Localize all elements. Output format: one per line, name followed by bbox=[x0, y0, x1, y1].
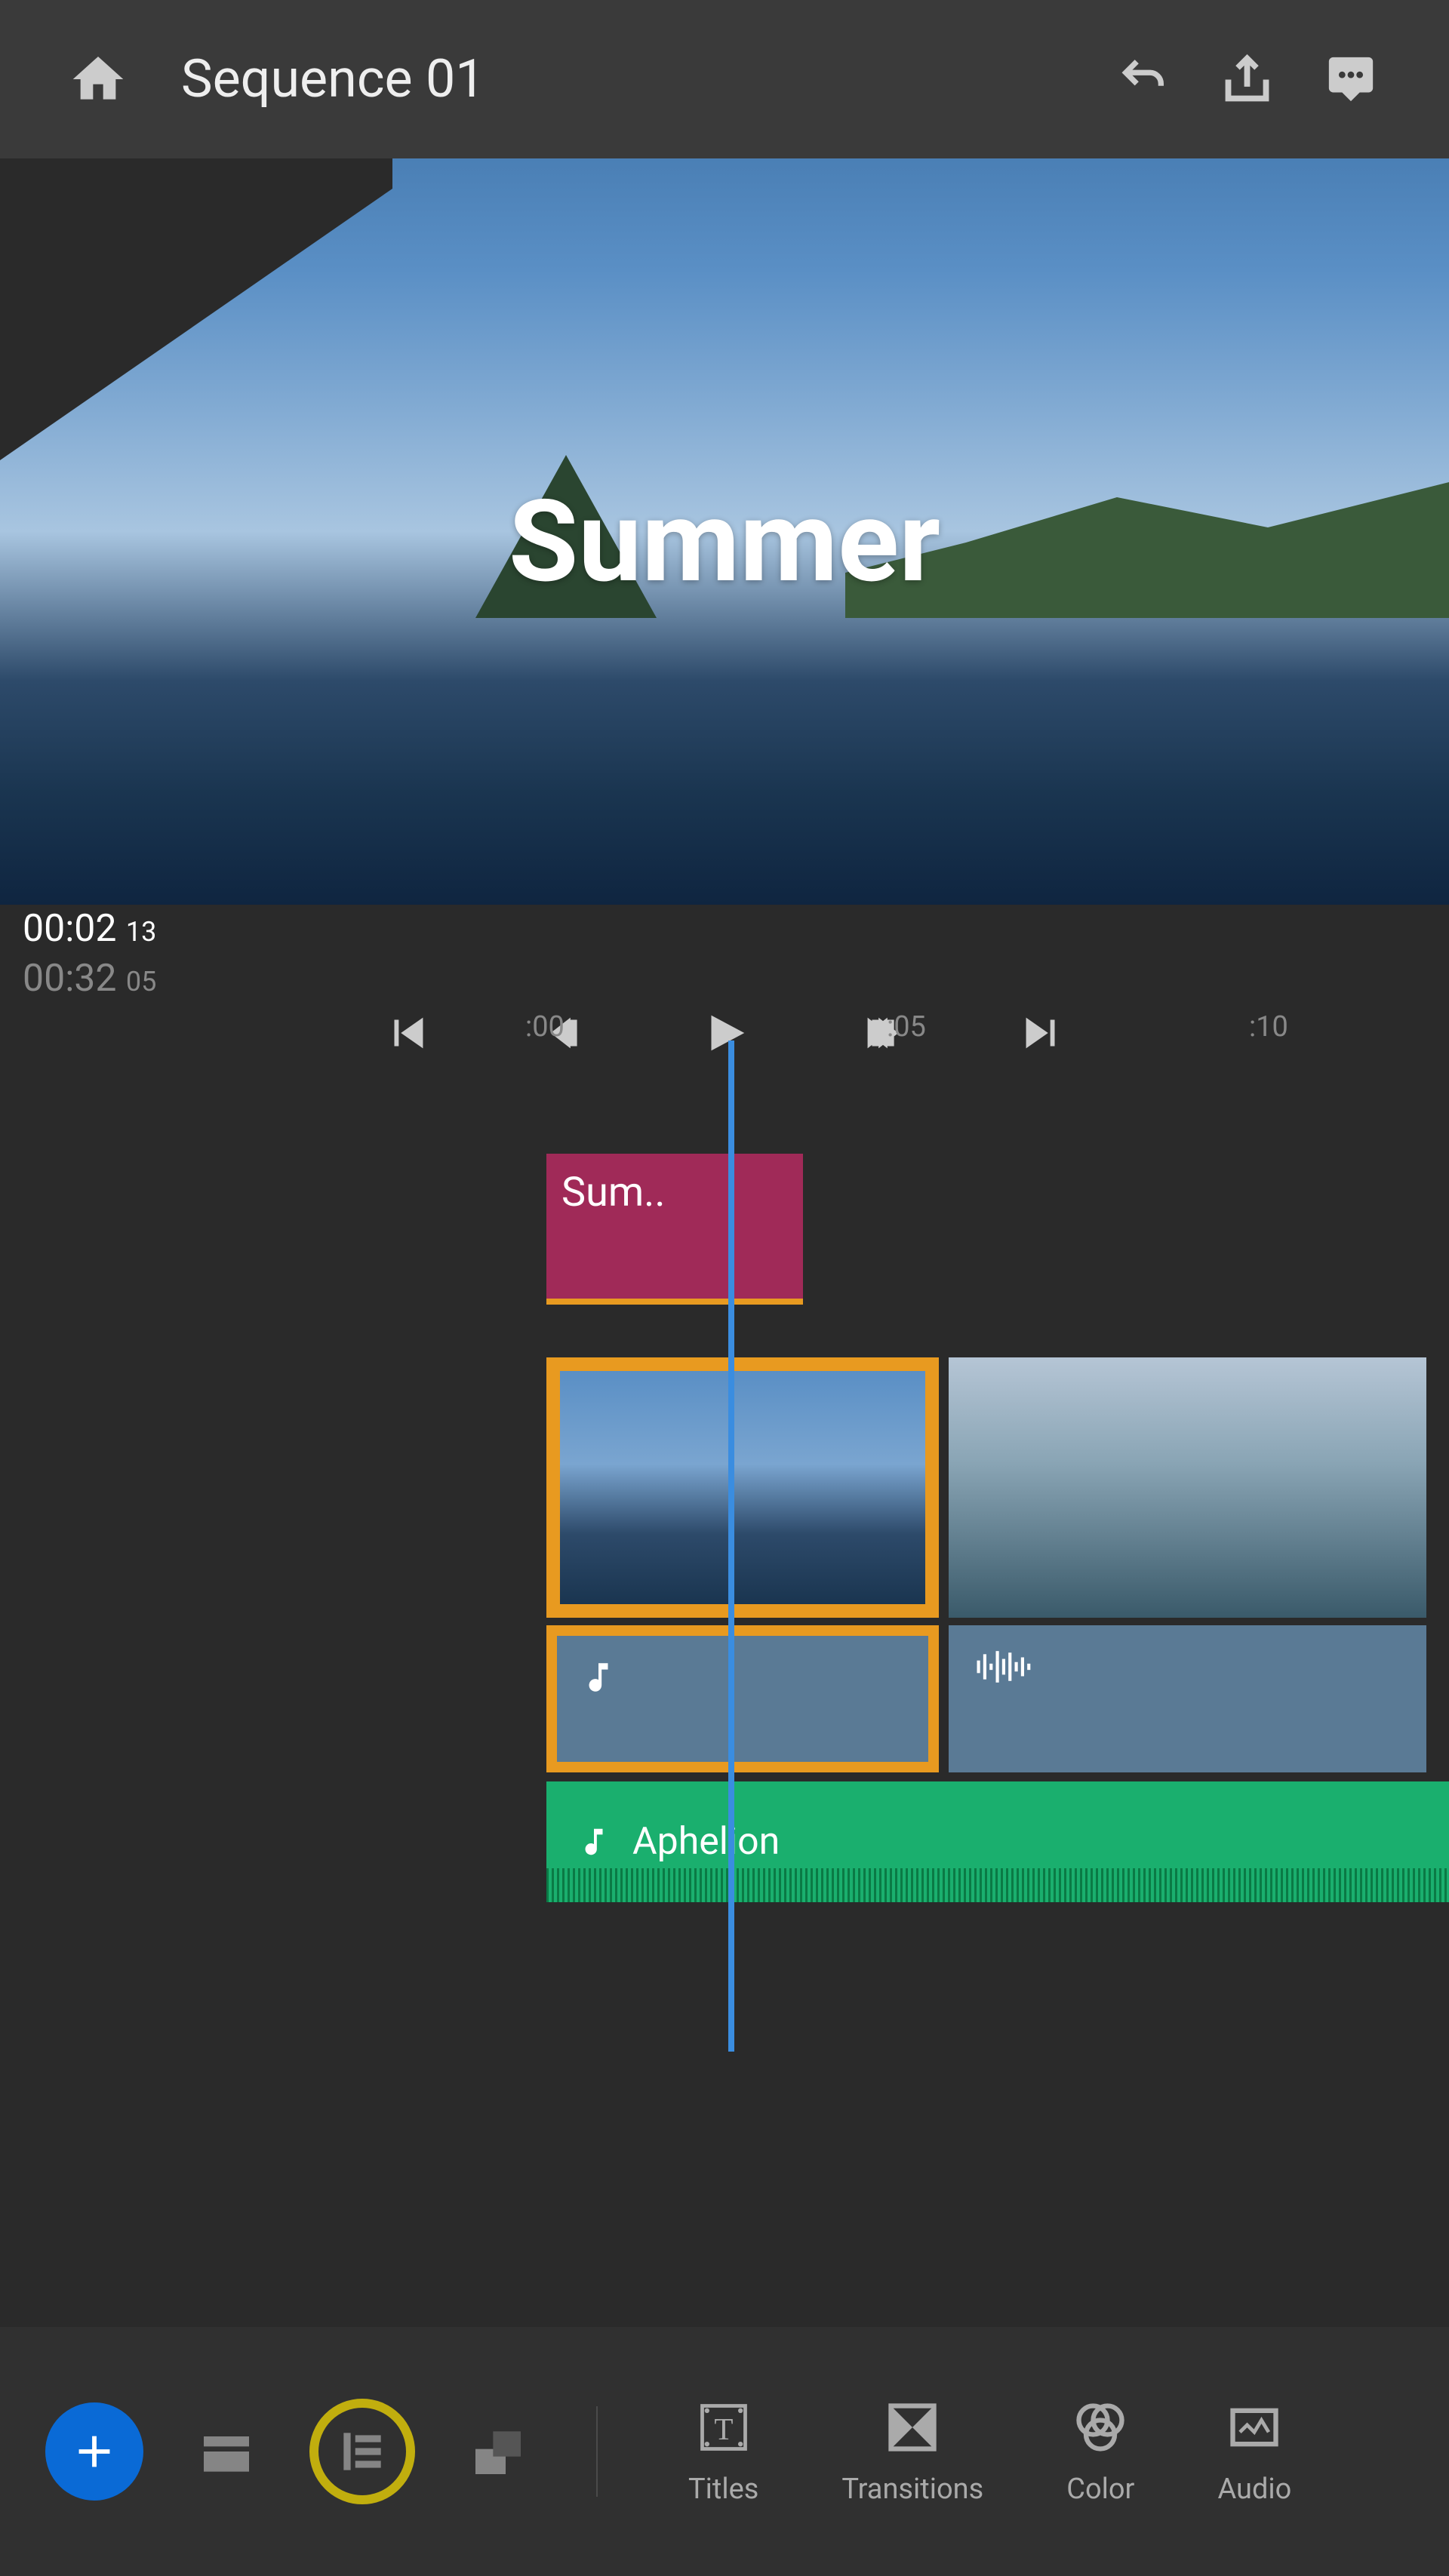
layers-panel-button[interactable] bbox=[460, 2414, 536, 2489]
video-clip[interactable] bbox=[949, 1357, 1426, 1618]
tab-label: Color bbox=[1066, 2473, 1134, 2506]
playhead[interactable] bbox=[728, 1041, 734, 2052]
preview-title-overlay: Summer bbox=[509, 475, 940, 608]
tab-titles[interactable]: T Titles bbox=[688, 2397, 758, 2506]
current-frames: 13 bbox=[126, 916, 156, 948]
audio-clip[interactable] bbox=[949, 1625, 1426, 1772]
tab-color[interactable]: Color bbox=[1066, 2397, 1134, 2506]
undo-icon[interactable] bbox=[1113, 53, 1174, 106]
transitions-icon bbox=[882, 2397, 943, 2458]
comment-icon[interactable] bbox=[1321, 53, 1381, 106]
video-preview[interactable]: Summer bbox=[0, 158, 1449, 905]
color-icon bbox=[1070, 2397, 1131, 2458]
video-clip-selected[interactable] bbox=[546, 1357, 939, 1618]
audio-icon bbox=[1224, 2397, 1284, 2458]
svg-text:T: T bbox=[714, 2412, 733, 2446]
audio-clip-selected[interactable] bbox=[546, 1625, 939, 1772]
duration-time: 00:32 bbox=[23, 957, 117, 1001]
tab-label: Transitions bbox=[841, 2473, 983, 2506]
waveform-icon bbox=[971, 1648, 1039, 1686]
tab-label: Titles bbox=[688, 2473, 758, 2506]
linked-audio-track bbox=[546, 1625, 1426, 1772]
title-clip[interactable]: Sum.. bbox=[546, 1154, 803, 1305]
titles-icon: T bbox=[694, 2397, 754, 2458]
timecode-display: 00:02 13 00:32 05 bbox=[23, 907, 156, 1001]
time-ruler[interactable]: :00 :05 :10 bbox=[0, 1003, 1449, 1056]
edit-panel-button[interactable] bbox=[309, 2399, 415, 2504]
current-time: 00:02 bbox=[23, 907, 117, 951]
ruler-mark: :00 bbox=[525, 1010, 565, 1044]
ruler-mark: :10 bbox=[1249, 1010, 1288, 1044]
music-note-icon bbox=[577, 1824, 611, 1859]
ruler-mark: :05 bbox=[887, 1010, 926, 1044]
project-panel-button[interactable] bbox=[189, 2414, 264, 2489]
title-clip-label: Sum.. bbox=[561, 1169, 666, 1216]
music-track-label: Aphelion bbox=[632, 1820, 780, 1864]
bottom-toolbar: T Titles Transitions Color Audio bbox=[0, 2327, 1449, 2576]
preview-foreground-sail bbox=[0, 158, 392, 460]
sequence-title: Sequence 01 bbox=[181, 48, 485, 110]
video-track bbox=[546, 1357, 1426, 1618]
toolbar-divider bbox=[596, 2406, 598, 2497]
add-media-button[interactable] bbox=[45, 2402, 143, 2501]
music-waveform bbox=[546, 1868, 1449, 1902]
music-track-clip[interactable]: Aphelion bbox=[546, 1781, 1449, 1902]
music-note-icon bbox=[580, 1658, 617, 1696]
tab-label: Audio bbox=[1217, 2473, 1291, 2506]
home-icon[interactable] bbox=[68, 49, 128, 109]
transport-row: 00:02 13 00:32 05 bbox=[0, 905, 1449, 1003]
share-icon[interactable] bbox=[1219, 51, 1275, 108]
top-bar: Sequence 01 bbox=[0, 0, 1449, 158]
duration-frames: 05 bbox=[126, 966, 156, 998]
tab-audio[interactable]: Audio bbox=[1217, 2397, 1291, 2506]
timeline[interactable]: Sum.. Aphelion bbox=[0, 1056, 1449, 2203]
tab-transitions[interactable]: Transitions bbox=[841, 2397, 983, 2506]
